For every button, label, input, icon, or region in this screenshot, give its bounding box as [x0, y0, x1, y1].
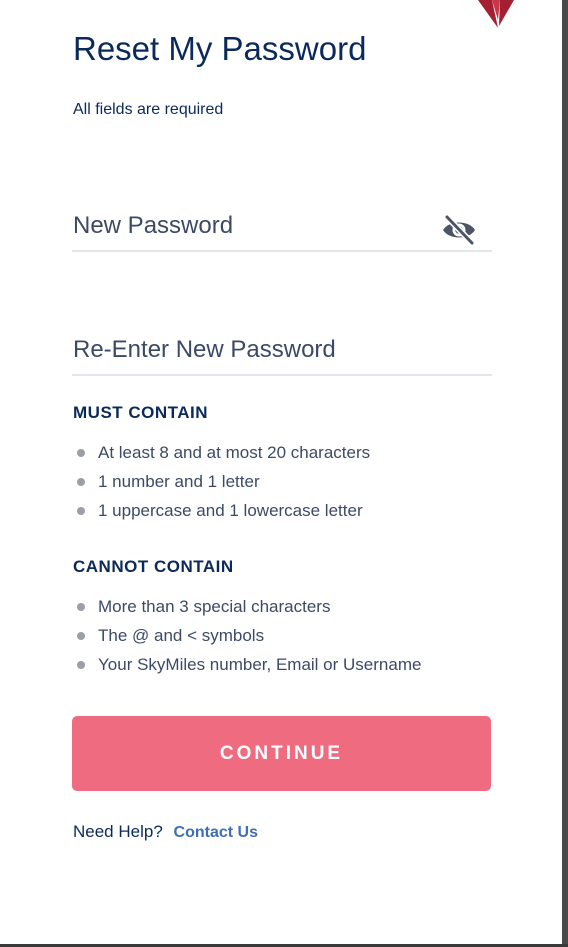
bullet-icon: [77, 507, 85, 515]
bullet-icon: [77, 449, 85, 457]
contact-us-link[interactable]: Contact Us: [174, 824, 258, 841]
need-help-text: Need Help?: [73, 822, 163, 841]
new-password-field[interactable]: New Password: [72, 210, 492, 252]
must-contain-heading: MUST CONTAIN: [73, 403, 209, 422]
reenter-password-field[interactable]: Re-Enter New Password: [72, 334, 492, 376]
continue-button[interactable]: CONTINUE: [72, 716, 491, 791]
list-item: Your SkyMiles number, Email or Username: [72, 655, 421, 684]
must-contain-list: At least 8 and at most 20 characters 1 n…: [72, 443, 370, 530]
list-item: The @ and < symbols: [72, 626, 421, 655]
list-item: 1 number and 1 letter: [72, 472, 370, 501]
bullet-icon: [77, 603, 85, 611]
rule-text: 1 uppercase and 1 lowercase letter: [98, 501, 363, 520]
rule-text: The @ and < symbols: [98, 626, 265, 645]
eye-slash-icon[interactable]: [440, 214, 478, 246]
reenter-password-label: Re-Enter New Password: [73, 336, 336, 363]
page-title: Reset My Password: [73, 30, 367, 67]
new-password-label: New Password: [73, 212, 234, 239]
rule-text: More than 3 special characters: [98, 597, 331, 616]
rule-text: At least 8 and at most 20 characters: [98, 443, 371, 462]
required-fields-note: All fields are required: [73, 101, 224, 118]
brand-logo-fragment: [478, 0, 514, 28]
window-right-edge: [562, 0, 568, 947]
bullet-icon: [77, 632, 85, 640]
bullet-icon: [77, 478, 85, 486]
bullet-icon: [77, 661, 85, 669]
rule-text: 1 number and 1 letter: [98, 472, 260, 491]
list-item: 1 uppercase and 1 lowercase letter: [72, 501, 370, 530]
list-item: At least 8 and at most 20 characters: [72, 443, 370, 472]
rule-text: Your SkyMiles number, Email or Username: [98, 655, 422, 674]
cannot-contain-list: More than 3 special characters The @ and…: [72, 597, 421, 684]
cannot-contain-heading: CANNOT CONTAIN: [73, 557, 234, 576]
help-row: Need Help? Contact Us: [73, 822, 258, 842]
list-item: More than 3 special characters: [72, 597, 421, 626]
